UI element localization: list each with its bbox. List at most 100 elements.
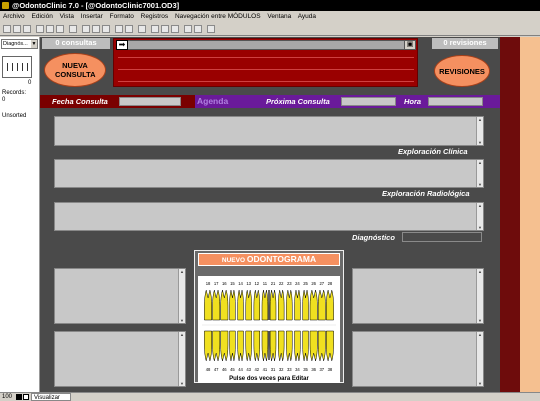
menu-archivo[interactable]: Archivo (3, 13, 25, 20)
sort-icon[interactable] (125, 25, 133, 33)
show-all-icon[interactable] (138, 25, 146, 33)
menu-edicion[interactable]: Edición (32, 13, 53, 20)
upper-tooth[interactable] (261, 289, 269, 321)
zoom-in-icon[interactable] (23, 394, 29, 400)
scrollbar[interactable] (476, 117, 483, 145)
upper-tooth[interactable] (278, 289, 285, 321)
help-icon[interactable] (207, 25, 215, 33)
find-icon[interactable] (115, 25, 123, 33)
lower-tooth[interactable] (204, 330, 212, 362)
lower-tooth[interactable] (309, 330, 318, 362)
lower-tooth[interactable] (302, 330, 309, 362)
scrollbar[interactable] (178, 332, 185, 386)
diagnostico-code-field[interactable] (402, 232, 482, 242)
portal-row-field[interactable] (116, 40, 416, 50)
menu-vista[interactable]: Vista (60, 13, 74, 20)
lower-tooth[interactable] (245, 330, 252, 362)
upper-tooth[interactable] (237, 289, 244, 321)
zoom-level[interactable]: 100 (2, 393, 12, 401)
preview-icon[interactable] (184, 25, 192, 33)
notes-upper-right[interactable] (352, 268, 484, 324)
upper-tooth[interactable] (302, 289, 309, 321)
lower-tooth[interactable] (278, 330, 285, 362)
delete-record-icon[interactable] (102, 25, 110, 33)
nuevo-odontograma-button[interactable]: NUEVO ODONTOGRAMA (198, 253, 340, 266)
lower-tooth[interactable] (286, 330, 293, 362)
zoom-out-icon[interactable] (16, 394, 22, 400)
duplicate-record-icon[interactable] (92, 25, 100, 33)
print-icon[interactable] (194, 25, 202, 33)
lower-tooth[interactable] (294, 330, 301, 362)
upper-tooth[interactable] (317, 289, 326, 321)
menu-ayuda[interactable]: Ayuda (298, 13, 316, 20)
tooth-number: 44 (238, 367, 243, 372)
new-icon[interactable] (3, 25, 11, 33)
upper-tooth[interactable] (269, 289, 277, 321)
upper-tooth[interactable] (309, 289, 318, 321)
mode-select[interactable]: Visualizar (31, 393, 71, 401)
tooth-number: 31 (271, 367, 276, 372)
upper-tooth[interactable] (286, 289, 293, 321)
exploracion-radiologica-field[interactable] (54, 159, 484, 188)
notes-lower-right[interactable] (352, 331, 484, 387)
upper-tooth[interactable] (220, 289, 229, 321)
scrollbar[interactable] (476, 203, 483, 230)
scrollbar[interactable] (476, 160, 483, 187)
undo-icon[interactable] (69, 25, 77, 33)
record-book-icon[interactable] (2, 56, 32, 78)
omit-icon[interactable] (151, 25, 159, 33)
tooth-number: 36 (311, 367, 316, 372)
arrow-right-icon[interactable]: ➡ (116, 40, 128, 50)
menu-navegacion[interactable]: Navegación entre MÓDULOS (175, 13, 261, 20)
proxima-consulta-field[interactable] (341, 97, 396, 106)
menu-ventana[interactable]: Ventana (267, 13, 291, 20)
paste-icon[interactable] (56, 25, 64, 33)
upper-tooth[interactable] (245, 289, 252, 321)
odontograma-title-prefix: NUEVO (221, 257, 246, 264)
lower-tooth[interactable] (237, 330, 244, 362)
layout-icon[interactable] (171, 25, 179, 33)
lower-tooth[interactable] (220, 330, 229, 362)
hora-field[interactable] (428, 97, 483, 106)
upper-tooth[interactable] (229, 289, 236, 321)
tooth-number: 21 (271, 281, 276, 286)
scrollbar[interactable] (476, 269, 483, 323)
menu-insertar[interactable]: Insertar (81, 13, 103, 20)
tooth-number: 42 (254, 367, 259, 372)
upper-tooth[interactable] (326, 289, 334, 321)
upper-tooth[interactable] (294, 289, 301, 321)
trash-icon[interactable]: ▣ (404, 40, 416, 50)
upper-tooth[interactable] (253, 289, 260, 321)
agenda-link[interactable]: Agenda (197, 95, 228, 108)
copy-icon[interactable] (46, 25, 54, 33)
scrollbar[interactable] (476, 332, 483, 386)
new-record-icon[interactable] (82, 25, 90, 33)
upper-tooth[interactable] (212, 289, 221, 321)
cut-icon[interactable] (36, 25, 44, 33)
lower-tooth[interactable] (261, 330, 269, 362)
lower-tooth[interactable] (317, 330, 326, 362)
save-icon[interactable] (23, 25, 31, 33)
fecha-consulta-field[interactable] (119, 97, 181, 106)
nueva-consulta-button[interactable]: NUEVA CONSULTA (44, 53, 106, 87)
notes-lower-left[interactable] (54, 331, 186, 387)
lower-tooth[interactable] (269, 330, 277, 362)
lower-tooth[interactable] (212, 330, 221, 362)
lower-tooth[interactable] (253, 330, 260, 362)
menu-formato[interactable]: Formato (110, 13, 134, 20)
menu-registros[interactable]: Registros (141, 13, 168, 20)
replace-icon[interactable] (161, 25, 169, 33)
upper-tooth[interactable] (204, 289, 212, 321)
record-number[interactable]: 0 (28, 80, 31, 86)
exploracion-clinica-field[interactable] (54, 116, 484, 146)
lower-tooth[interactable] (326, 330, 334, 362)
open-icon[interactable] (13, 25, 21, 33)
odontograma-image[interactable]: 18 17 16 15 14 13 12 11 21 22 23 24 25 26 27 28 48 47 46 4… (198, 276, 340, 375)
tooth-number: 35 (303, 367, 308, 372)
layout-select[interactable]: Diagnós... ▼ (1, 39, 38, 49)
revisiones-button[interactable]: REVISIONES (434, 55, 490, 87)
lower-tooth[interactable] (229, 330, 236, 362)
diagnostico-field[interactable] (54, 202, 484, 231)
notes-upper-left[interactable] (54, 268, 186, 324)
scrollbar[interactable] (178, 269, 185, 323)
